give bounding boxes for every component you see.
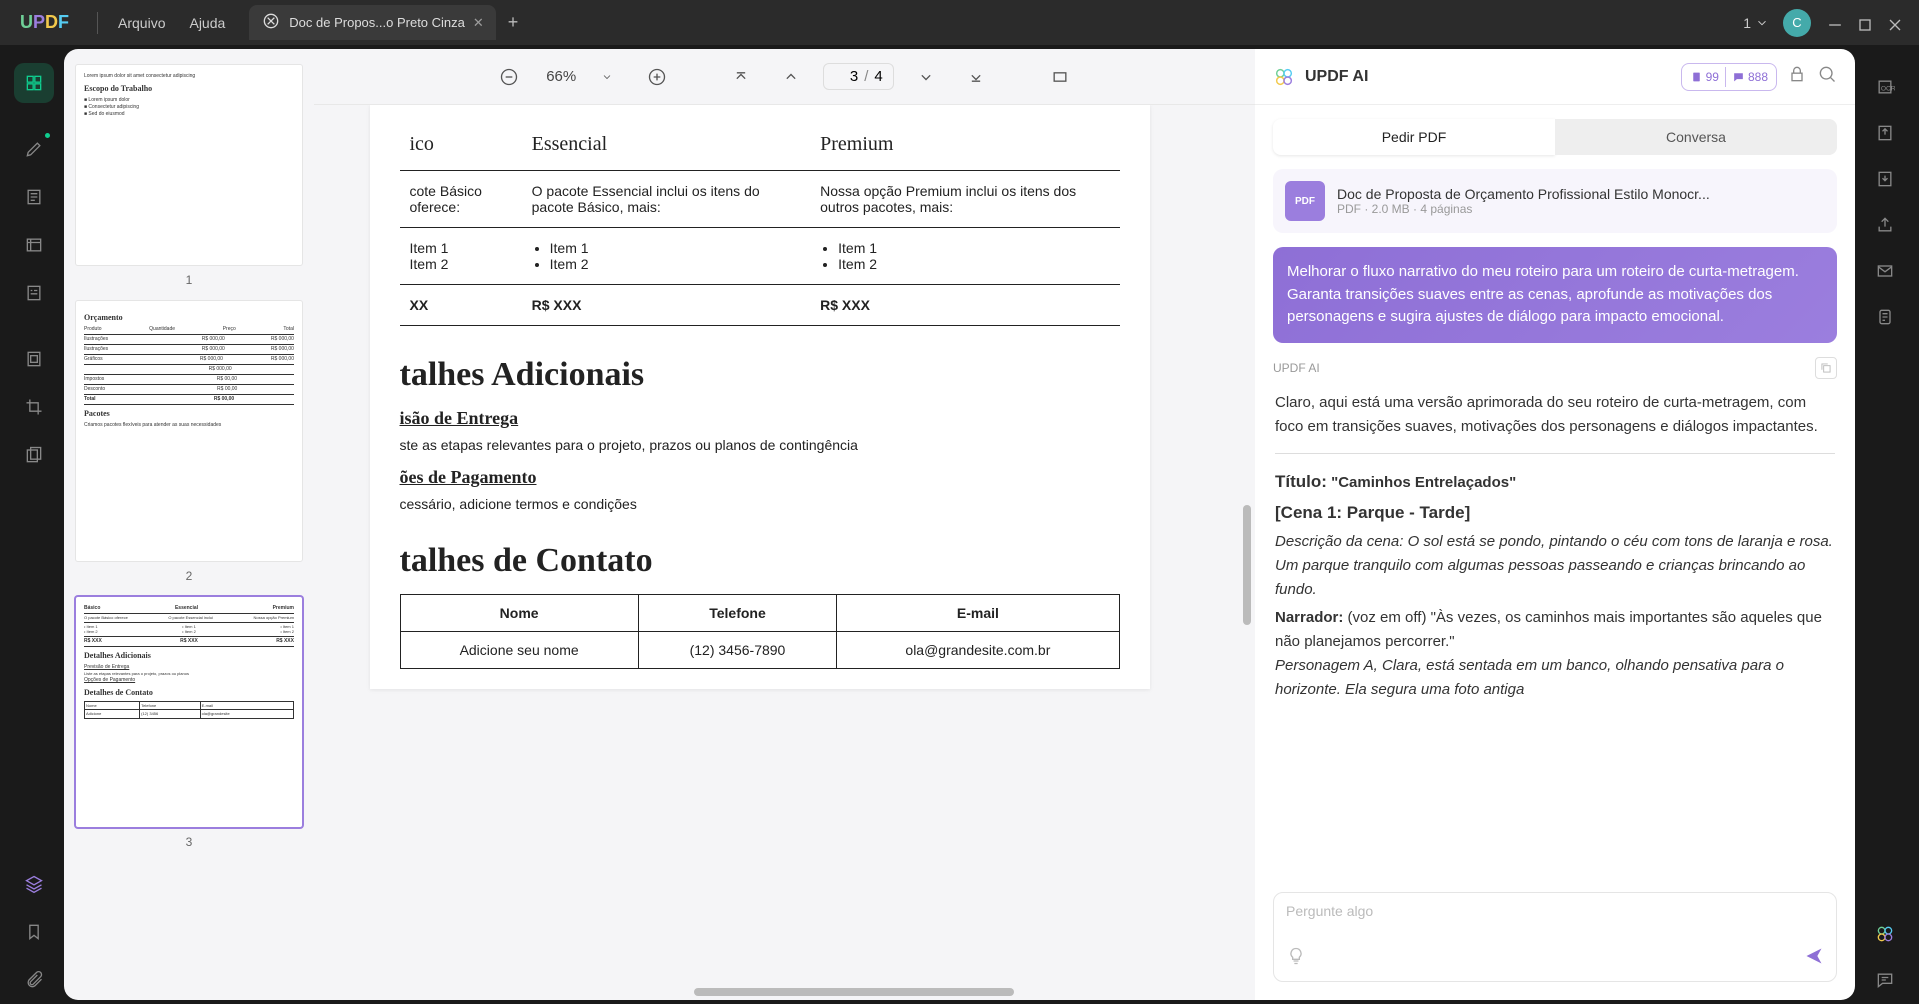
right-toolbar: OCR [1855,49,1915,1000]
zoom-dropdown[interactable] [589,59,625,95]
suggestions-button[interactable] [1286,946,1306,971]
separator [97,12,98,34]
window-count[interactable]: 1 [1743,15,1769,31]
file-name: Doc de Proposta de Orçamento Profissiona… [1337,186,1825,202]
tool-ai[interactable] [1865,914,1905,954]
fit-width-button[interactable] [1042,59,1078,95]
document-tab[interactable]: Doc de Propos...o Preto Cinza ✕ [249,5,496,40]
tool-email[interactable] [1865,251,1905,291]
tool-annotate[interactable] [14,129,54,169]
left-toolbar [4,49,64,1000]
document-viewport[interactable]: icoEssencialPremium cote Básico oferece:… [314,105,1255,1000]
page-toolbar: 66% / 4 [314,49,1255,105]
thumbnail-page-3[interactable]: BásicoEssencialPremium O pacote Básico o… [76,597,302,827]
tool-export[interactable] [1865,159,1905,199]
current-page-field[interactable] [834,68,858,85]
ai-credits[interactable]: 99 888 [1681,63,1777,91]
ai-panel: UPDF AI 99 888 Pedir PDF Conversa PDF Do… [1255,49,1855,1000]
ai-input-field[interactable] [1286,903,1824,946]
response-label: UPDF AI [1273,361,1815,375]
app-logo: UPDF [0,12,89,33]
user-avatar[interactable]: C [1783,9,1811,37]
minimize-icon[interactable] [1825,15,1841,31]
copy-button[interactable] [1815,357,1837,379]
lock-icon[interactable] [1787,64,1807,89]
tab-ask-pdf[interactable]: Pedir PDF [1273,119,1555,155]
menu-help[interactable]: Ajuda [177,7,237,39]
tab-close-icon[interactable]: ✕ [473,15,484,31]
new-tab-button[interactable]: + [508,12,519,33]
tab-icon [261,11,281,34]
next-page-button[interactable] [908,59,944,95]
pdf-file-icon: PDF [1285,181,1325,221]
vertical-scrollbar[interactable] [1243,505,1251,625]
thumbnail-page-1[interactable]: Lorem ipsum dolor sit amet consectetur a… [76,65,302,265]
thumb-num-2: 2 [76,569,302,583]
last-page-button[interactable] [958,59,994,95]
menu-file[interactable]: Arquivo [106,7,177,39]
tab-chat[interactable]: Conversa [1555,119,1837,155]
ai-input-box[interactable] [1273,892,1837,982]
badge-pages-icon: 99 [1690,67,1719,87]
thumb-num-3: 3 [76,835,302,849]
file-meta: PDF · 2.0 MB · 4 páginas [1337,202,1825,216]
maximize-icon[interactable] [1855,15,1871,31]
tool-bookmark[interactable] [14,912,54,952]
tool-compress[interactable] [14,339,54,379]
heading-payment: ões de Pagamento [400,467,1120,488]
tool-print[interactable] [1865,297,1905,337]
zoom-out-button[interactable] [491,59,527,95]
total-pages: 4 [874,68,882,85]
heading-details: talhes Adicionais [400,356,1120,394]
tool-convert[interactable] [1865,113,1905,153]
tool-form[interactable] [14,273,54,313]
tool-comments[interactable] [1865,960,1905,1000]
close-icon[interactable] [1885,15,1901,31]
tab-title: Doc de Propos...o Preto Cinza [289,15,465,30]
ai-panel-title: UPDF AI [1305,68,1671,86]
user-message: Melhorar o fluxo narrativo do meu roteir… [1273,247,1837,343]
prev-page-button[interactable] [773,59,809,95]
tool-share[interactable] [1865,205,1905,245]
tool-attachment[interactable] [14,960,54,1000]
tool-crop[interactable] [14,387,54,427]
thumbnail-panel: Lorem ipsum dolor sit amet consectetur a… [64,49,314,1000]
ai-logo-icon [1273,66,1295,88]
tool-edit[interactable] [14,177,54,217]
zoom-in-button[interactable] [639,59,675,95]
page-area: 66% / 4 icoEssencialPremium cote Básico … [314,49,1255,1000]
ai-response: Claro, aqui está uma versão aprimorada d… [1273,387,1837,706]
heading-delivery: isão de Entrega [400,408,1120,429]
tool-redact[interactable] [14,435,54,475]
thumb-num-1: 1 [76,273,302,287]
tool-pages[interactable] [14,225,54,265]
svg-text:OCR: OCR [1881,85,1895,92]
page-number-input[interactable]: / 4 [823,63,894,90]
horizontal-scrollbar[interactable] [694,988,1014,996]
first-page-button[interactable] [723,59,759,95]
tool-thumbnails[interactable] [14,63,54,103]
badge-chat-icon: 888 [1725,67,1768,87]
tool-ocr[interactable]: OCR [1865,67,1905,107]
search-icon[interactable] [1817,64,1837,89]
document-page: icoEssencialPremium cote Básico oferece:… [370,105,1150,689]
send-button[interactable] [1804,946,1824,971]
zoom-value[interactable]: 66% [541,68,581,85]
ai-conversation: PDF Doc de Proposta de Orçamento Profiss… [1255,155,1855,880]
attached-file-card[interactable]: PDF Doc de Proposta de Orçamento Profiss… [1273,169,1837,233]
tool-layers[interactable] [14,864,54,904]
thumbnail-page-2[interactable]: Orçamento ProdutoQuantidadePreçoTotal Il… [76,301,302,561]
heading-contact: talhes de Contato [400,542,1120,580]
